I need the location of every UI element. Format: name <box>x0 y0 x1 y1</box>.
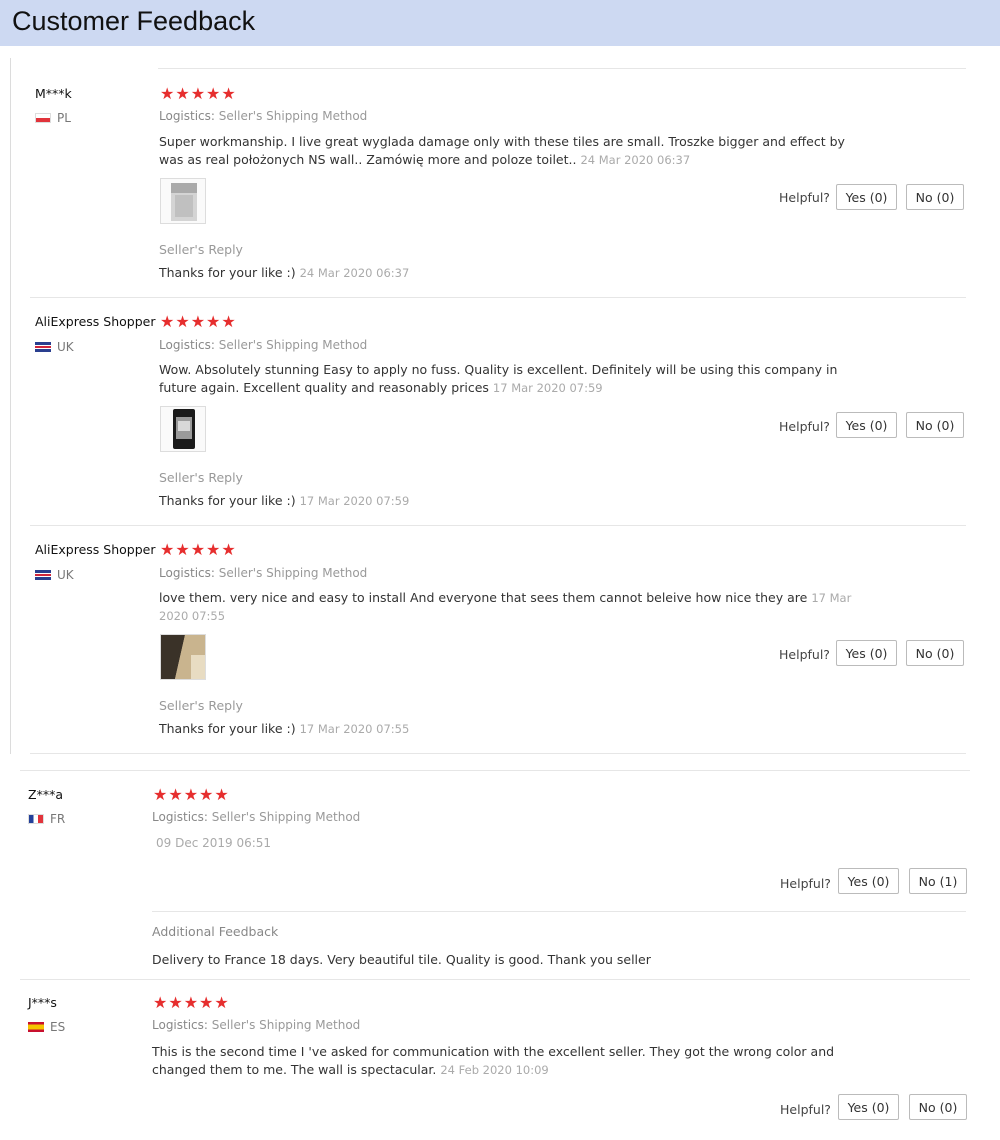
country-code: UK <box>57 340 74 354</box>
seller-reply-date: 17 Mar 2020 07:55 <box>299 722 410 736</box>
review-body: Super workmanship. I live great wyglada … <box>159 134 845 167</box>
logistics-info: Logistics: Seller's Shipping Method <box>159 338 367 352</box>
review-text: love them. very nice and easy to install… <box>159 589 859 625</box>
helpful-no-button[interactable]: No (0) <box>906 412 964 438</box>
review-text: Wow. Absolutely stunning Easy to apply n… <box>159 361 859 397</box>
poland-flag-icon <box>35 113 51 123</box>
country-code: ES <box>50 1020 66 1034</box>
divider <box>20 770 970 771</box>
helpful-yes-button[interactable]: Yes (0) <box>836 184 897 210</box>
reviewer-country: PL <box>35 111 71 125</box>
helpful-no-button[interactable]: No (1) <box>909 868 967 894</box>
seller-reply-date: 17 Mar 2020 07:59 <box>299 494 410 508</box>
helpful-yes-button[interactable]: Yes (0) <box>836 412 897 438</box>
review-photo[interactable] <box>160 178 206 224</box>
reviewer-name: AliExpress Shopper <box>35 314 156 329</box>
france-flag-icon <box>28 814 44 824</box>
seller-reply-label: Seller's Reply <box>159 470 243 485</box>
helpful-no-button[interactable]: No (0) <box>909 1094 967 1120</box>
reviewer-country: FR <box>28 812 65 826</box>
review-photo[interactable] <box>160 406 206 452</box>
seller-reply-date: 24 Mar 2020 06:37 <box>299 266 410 280</box>
divider <box>158 68 966 69</box>
divider <box>30 297 966 298</box>
page-title: Customer Feedback <box>12 6 256 36</box>
seller-reply: Thanks for your like :) 17 Mar 2020 07:5… <box>159 721 409 736</box>
seller-reply: Thanks for your like :) 17 Mar 2020 07:5… <box>159 493 409 508</box>
uk-flag-icon <box>35 342 51 352</box>
additional-feedback-text: Delivery to France 18 days. Very beautif… <box>152 952 651 967</box>
reviewer-country: UK <box>35 568 74 582</box>
helpful-label: Helpful? <box>780 1102 831 1117</box>
country-code: UK <box>57 568 74 582</box>
additional-feedback-label: Additional Feedback <box>152 924 279 939</box>
divider <box>30 753 966 754</box>
review-body: love them. very nice and easy to install… <box>159 590 808 605</box>
seller-reply-label: Seller's Reply <box>159 242 243 257</box>
reviewer-name: AliExpress Shopper <box>35 542 156 557</box>
logistics-label: Logistics: <box>152 810 208 824</box>
logistics-label: Logistics: <box>159 109 215 123</box>
logistics-info: Logistics: Seller's Shipping Method <box>159 566 367 580</box>
star-rating: ★★★★★ <box>160 540 237 559</box>
helpful-label: Helpful? <box>779 647 830 662</box>
seller-reply-text: Thanks for your like :) <box>159 493 296 508</box>
seller-reply-label: Seller's Reply <box>159 698 243 713</box>
divider <box>152 911 966 912</box>
helpful-no-button[interactable]: No (0) <box>906 640 964 666</box>
helpful-no-button[interactable]: No (0) <box>906 184 964 210</box>
review-date: 09 Dec 2019 06:51 <box>156 836 272 850</box>
helpful-yes-button[interactable]: Yes (0) <box>838 1094 899 1120</box>
reviewer-name: M***k <box>35 86 72 101</box>
logistics-value: Seller's Shipping Method <box>218 566 368 580</box>
review-text: This is the second time I 've asked for … <box>152 1043 872 1079</box>
logistics-label: Logistics: <box>152 1018 208 1032</box>
logistics-label: Logistics: <box>159 566 215 580</box>
helpful-label: Helpful? <box>780 876 831 891</box>
logistics-value: Seller's Shipping Method <box>218 338 368 352</box>
helpful-label: Helpful? <box>779 419 830 434</box>
logistics-value: Seller's Shipping Method <box>211 1018 361 1032</box>
star-rating: ★★★★★ <box>153 993 230 1012</box>
frame-border <box>10 58 11 754</box>
logistics-value: Seller's Shipping Method <box>211 810 361 824</box>
country-code: FR <box>50 812 66 826</box>
star-rating: ★★★★★ <box>160 84 237 103</box>
logistics-value: Seller's Shipping Method <box>218 109 368 123</box>
divider <box>30 525 966 526</box>
spain-flag-icon <box>28 1022 44 1032</box>
reviewer-country: ES <box>28 1020 65 1034</box>
review-photo[interactable] <box>160 634 206 680</box>
page-header: Customer Feedback <box>0 0 1000 46</box>
helpful-yes-button[interactable]: Yes (0) <box>836 640 897 666</box>
divider <box>20 979 970 980</box>
logistics-label: Logistics: <box>159 338 215 352</box>
seller-reply-text: Thanks for your like :) <box>159 721 296 736</box>
star-rating: ★★★★★ <box>153 785 230 804</box>
review-text: Super workmanship. I live great wyglada … <box>159 133 859 169</box>
helpful-yes-button[interactable]: Yes (0) <box>838 868 899 894</box>
reviewer-country: UK <box>35 340 74 354</box>
logistics-info: Logistics: Seller's Shipping Method <box>159 109 367 123</box>
reviewer-name: J***s <box>28 995 57 1010</box>
review-date: 17 Mar 2020 07:59 <box>492 381 603 395</box>
helpful-label: Helpful? <box>779 190 830 205</box>
star-rating: ★★★★★ <box>160 312 237 331</box>
seller-reply-text: Thanks for your like :) <box>159 265 296 280</box>
review-date: 24 Feb 2020 10:09 <box>440 1063 549 1077</box>
seller-reply: Thanks for your like :) 24 Mar 2020 06:3… <box>159 265 409 280</box>
review-date: 24 Mar 2020 06:37 <box>580 153 691 167</box>
logistics-info: Logistics: Seller's Shipping Method <box>152 1018 360 1032</box>
reviewer-name: Z***a <box>28 787 63 802</box>
logistics-info: Logistics: Seller's Shipping Method <box>152 810 360 824</box>
country-code: PL <box>57 111 71 125</box>
uk-flag-icon <box>35 570 51 580</box>
